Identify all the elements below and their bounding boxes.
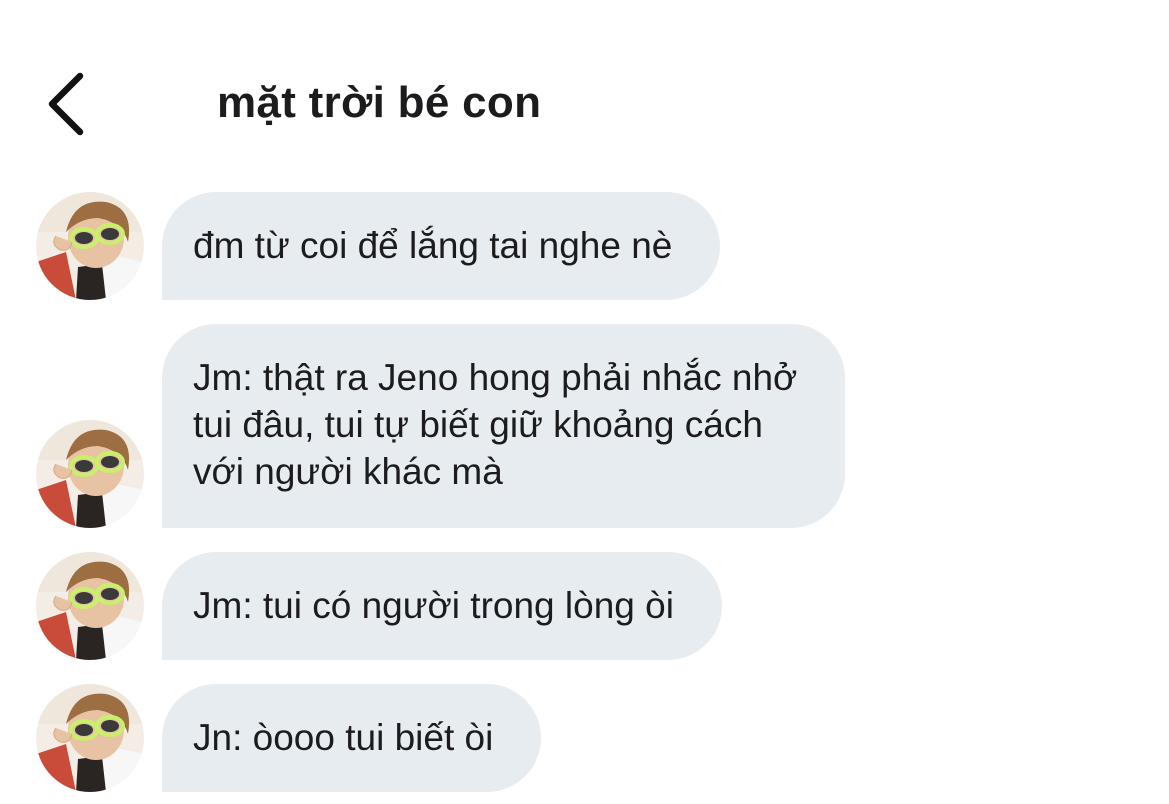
- message-text-line: Jm: thật ra Jeno hong phải nhắc nhở: [193, 357, 798, 398]
- message-text-line: với người khác mà: [193, 451, 503, 492]
- message-text-line: tui đâu, tui tự biết giữ khoảng cách: [193, 404, 763, 445]
- message-row: Jm: thật ra Jeno hong phải nhắc nhở tui …: [0, 324, 1169, 528]
- message-bubble[interactable]: đm từ coi để lắng tai nghe nè: [162, 192, 721, 300]
- message-row: đm từ coi để lắng tai nghe nè: [0, 192, 1169, 300]
- message-bubble[interactable]: Jm: thật ra Jeno hong phải nhắc nhở tui …: [162, 324, 846, 528]
- avatar[interactable]: [36, 192, 144, 300]
- message-thread: đm từ coi để lắng tai nghe nè Jm: thật r…: [0, 0, 1169, 804]
- avatar[interactable]: [36, 552, 144, 660]
- avatar[interactable]: [36, 684, 144, 792]
- message-text: Jm: tui có người trong lòng òi: [193, 585, 674, 626]
- message-row: Jm: tui có người trong lòng òi: [0, 552, 1169, 660]
- message-row: Jn: òooo tui biết òi: [0, 684, 1169, 792]
- message-bubble[interactable]: Jm: tui có người trong lòng òi: [162, 552, 722, 660]
- avatar[interactable]: [36, 420, 144, 528]
- message-text: Jn: òooo tui biết òi: [193, 717, 494, 758]
- message-bubble[interactable]: Jn: òooo tui biết òi: [162, 684, 542, 792]
- message-text: đm từ coi để lắng tai nghe nè: [193, 225, 673, 266]
